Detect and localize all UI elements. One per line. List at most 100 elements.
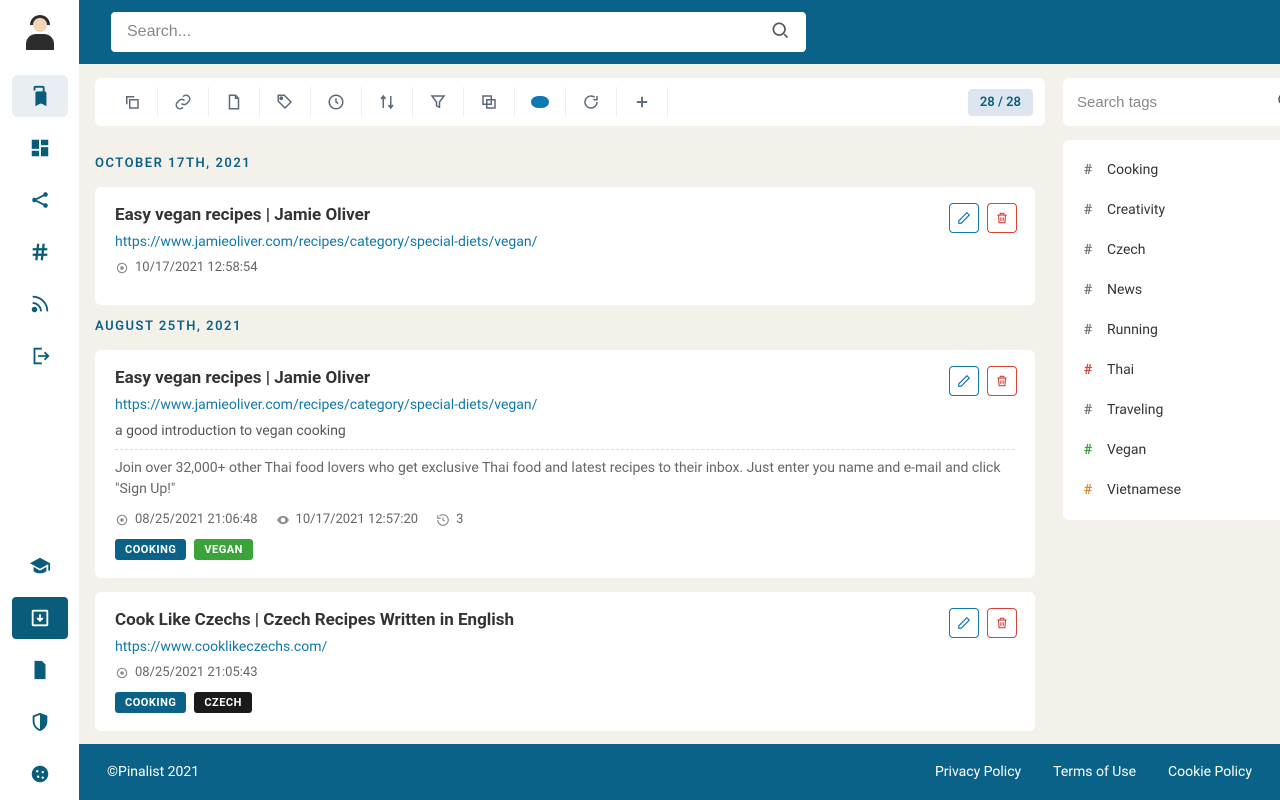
feed-icon bbox=[29, 293, 51, 315]
date-heading: AUGUST 25TH, 2021 bbox=[95, 319, 1035, 334]
bookmark-card: Easy vegan recipes | Jamie Oliver https:/… bbox=[95, 187, 1035, 305]
sidebar-item-logout[interactable] bbox=[12, 335, 68, 377]
file-icon bbox=[225, 93, 243, 111]
bookmark-description: Join over 32,000+ other Thai food lovers… bbox=[115, 458, 1015, 500]
tag-item[interactable]: #Vegan bbox=[1063, 430, 1280, 470]
tag-item[interactable]: # Thai bbox=[1063, 350, 1280, 390]
tag-item[interactable]: # News bbox=[1063, 270, 1280, 310]
tag-item[interactable]: #Cooking bbox=[1063, 150, 1280, 190]
viewed-time: 10/17/2021 12:57:20 bbox=[276, 512, 419, 527]
bookmark-title[interactable]: Easy vegan recipes | Jamie Oliver bbox=[115, 368, 1015, 388]
toolbar-view[interactable] bbox=[515, 87, 566, 117]
delete-button[interactable] bbox=[987, 608, 1017, 638]
footer-link[interactable]: Cookie Policy bbox=[1168, 764, 1252, 780]
toolbar-filter[interactable] bbox=[413, 87, 464, 117]
edit-button[interactable] bbox=[949, 366, 979, 396]
target-icon bbox=[115, 513, 129, 527]
tag-item[interactable]: #Czech bbox=[1063, 230, 1280, 270]
bookmark-title[interactable]: Cook Like Czechs | Czech Recipes Written… bbox=[115, 610, 1015, 630]
toolbar-link[interactable] bbox=[158, 87, 209, 117]
footer-link[interactable]: Privacy Policy bbox=[935, 764, 1021, 780]
target-icon bbox=[115, 666, 129, 680]
bookmark-meta: 10/17/2021 12:58:54 bbox=[115, 260, 1015, 275]
tag-chip[interactable]: CZECH bbox=[194, 692, 252, 713]
delete-button[interactable] bbox=[987, 366, 1017, 396]
dashboard-icon bbox=[29, 137, 51, 159]
tags-search-input[interactable] bbox=[1077, 94, 1276, 111]
hash-icon: # bbox=[1081, 402, 1095, 418]
logout-icon bbox=[29, 345, 51, 367]
tag-icon bbox=[276, 93, 294, 111]
tag-chip[interactable]: VEGAN bbox=[194, 539, 253, 560]
tags-search-button[interactable] bbox=[1276, 91, 1280, 113]
bookmark-url[interactable]: https://www.jamieoliver.com/recipes/cate… bbox=[115, 234, 537, 250]
link-icon bbox=[174, 93, 192, 111]
tag-item[interactable]: # Running bbox=[1063, 310, 1280, 350]
sidebar-item-docs[interactable] bbox=[12, 649, 68, 691]
toolbar-file[interactable] bbox=[209, 87, 260, 117]
tag-item[interactable]: # Traveling bbox=[1063, 390, 1280, 430]
tag-name: Vietnamese bbox=[1107, 482, 1181, 498]
bookmark-url[interactable]: https://www.jamieoliver.com/recipes/cate… bbox=[115, 397, 537, 413]
edit-button[interactable] bbox=[949, 203, 979, 233]
search-button[interactable] bbox=[770, 20, 790, 44]
sidebar-item-dashboard[interactable] bbox=[12, 127, 68, 169]
item-count-badge: 28 / 28 bbox=[968, 89, 1033, 116]
share-icon bbox=[29, 189, 51, 211]
footer: ©Pinalist 2021 Privacy PolicyTerms of Us… bbox=[79, 744, 1280, 800]
document-icon bbox=[29, 659, 51, 681]
edit-button[interactable] bbox=[949, 608, 979, 638]
tag-item[interactable]: # Vietnamese bbox=[1063, 470, 1280, 510]
search-input[interactable] bbox=[127, 23, 770, 41]
toolbar-add[interactable] bbox=[617, 87, 668, 117]
tag-item[interactable]: #Creativity bbox=[1063, 190, 1280, 230]
trash-icon bbox=[995, 211, 1009, 225]
clock-icon bbox=[327, 93, 345, 111]
footer-link[interactable]: Terms of Use bbox=[1053, 764, 1136, 780]
toolbar-tag[interactable] bbox=[260, 87, 311, 117]
user-avatar[interactable] bbox=[22, 16, 58, 52]
shield-icon bbox=[29, 711, 51, 733]
bookmark-meta: 08/25/2021 21:05:43 bbox=[115, 665, 1015, 680]
sidebar-item-education[interactable] bbox=[12, 545, 68, 587]
bookmark-card: Easy vegan recipes | Jamie Oliver https:/… bbox=[95, 350, 1035, 578]
duplicate-icon bbox=[480, 93, 498, 111]
toolbar-duplicate[interactable] bbox=[464, 87, 515, 117]
tag-name: Traveling bbox=[1107, 402, 1163, 418]
tag-name: Vegan bbox=[1107, 442, 1146, 458]
sidebar-item-tags[interactable] bbox=[12, 231, 68, 273]
toolbar-copy[interactable] bbox=[107, 87, 158, 117]
hash-icon: # bbox=[1081, 282, 1095, 298]
tag-chip[interactable]: COOKING bbox=[115, 539, 186, 560]
hash-icon: # bbox=[1081, 362, 1095, 378]
tag-chip[interactable]: COOKING bbox=[115, 692, 186, 713]
delete-button[interactable] bbox=[987, 203, 1017, 233]
toolbar-time[interactable] bbox=[311, 87, 362, 117]
sidebar-item-feed[interactable] bbox=[12, 283, 68, 325]
hash-icon: # bbox=[1081, 322, 1095, 338]
date-heading: OCTOBER 17TH, 2021 bbox=[95, 156, 1035, 171]
sidebar-item-security[interactable] bbox=[12, 701, 68, 743]
tag-name: Cooking bbox=[1107, 162, 1158, 178]
pencil-icon bbox=[957, 616, 971, 630]
bookmark-url[interactable]: https://www.cooklikeczechs.com/ bbox=[115, 639, 327, 655]
target-icon bbox=[115, 261, 129, 275]
sidebar-item-cookies[interactable] bbox=[12, 753, 68, 795]
sort-icon bbox=[378, 93, 396, 111]
hash-icon: # bbox=[1081, 482, 1095, 498]
header bbox=[79, 0, 1280, 64]
footer-links: Privacy Policy Terms of Use Cookie Policy bbox=[935, 764, 1252, 780]
tag-name: Thai bbox=[1107, 362, 1134, 378]
sidebar-item-bookmarks[interactable] bbox=[12, 75, 68, 117]
sidebar-item-import[interactable] bbox=[12, 597, 68, 639]
tag-name: News bbox=[1107, 282, 1142, 298]
hash-icon: # bbox=[1081, 202, 1095, 218]
toolbar-refresh[interactable] bbox=[566, 87, 617, 117]
search-icon bbox=[770, 20, 790, 40]
search-bar bbox=[111, 12, 806, 52]
tag-name: Running bbox=[1107, 322, 1158, 338]
toolbar-sort[interactable] bbox=[362, 87, 413, 117]
sidebar-item-share[interactable] bbox=[12, 179, 68, 221]
cookie-icon bbox=[29, 763, 51, 785]
bookmark-title[interactable]: Easy vegan recipes | Jamie Oliver bbox=[115, 205, 1015, 225]
